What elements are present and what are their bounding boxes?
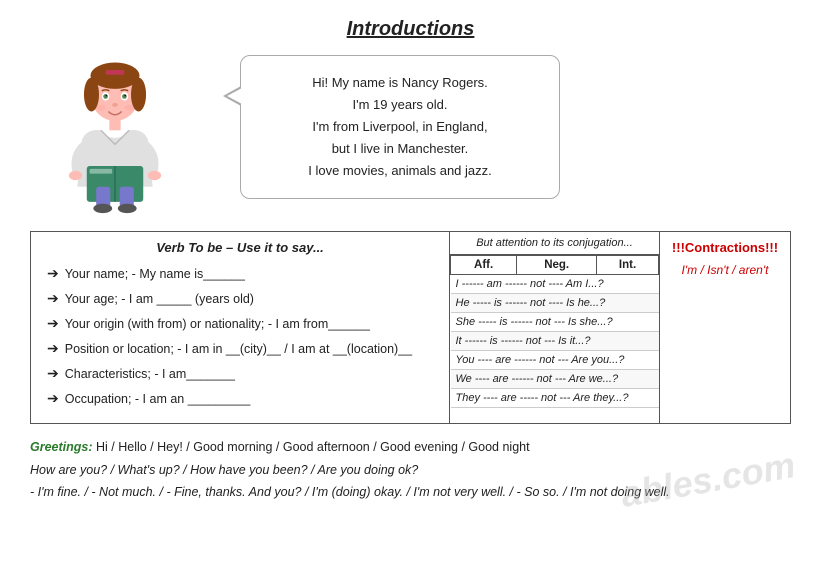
verb-item-5: ➔ Characteristics; - I am_______ bbox=[41, 365, 439, 382]
greetings-line3: - I'm fine. / - Not much. / - Fine, than… bbox=[30, 481, 791, 504]
conj-row: You ---- are ------ not --- Are you...? bbox=[451, 351, 659, 370]
conj-row: We ---- are ------ not --- Are we...? bbox=[451, 370, 659, 389]
verb-panel-title: Verb To be – Use it to say... bbox=[41, 240, 439, 255]
main-table: Verb To be – Use it to say... ➔ Your nam… bbox=[30, 231, 791, 424]
conj-row: She ----- is ------ not --- Is she...? bbox=[451, 313, 659, 332]
verb-item-3: ➔ Your origin (with from) or nationality… bbox=[41, 315, 439, 332]
col-aff: Aff. bbox=[451, 256, 517, 275]
verb-item-3-text: Your origin (with from) or nationality; … bbox=[65, 317, 370, 331]
verb-item-5-text: Characteristics; - I am_______ bbox=[65, 367, 235, 381]
arrow-icon-3: ➔ bbox=[47, 315, 59, 332]
conj-row: It ------ is ------ not --- Is it...? bbox=[451, 332, 659, 351]
verb-item-2-text: Your age; - I am _____ (years old) bbox=[65, 292, 254, 306]
speech-line3: I'm from Liverpool, in England, bbox=[261, 116, 539, 138]
speech-line1: Hi! My name is Nancy Rogers. bbox=[261, 72, 539, 94]
contractions-panel: !!!Contractions!!! I'm / Isn't / aren't bbox=[660, 232, 790, 423]
arrow-icon-2: ➔ bbox=[47, 290, 59, 307]
verb-panel: Verb To be – Use it to say... ➔ Your nam… bbox=[31, 232, 450, 423]
conj-row-4: You ---- are ------ not --- Are you...? bbox=[451, 351, 659, 370]
greetings-text1: Hi / Hello / Hey! / Good morning / Good … bbox=[93, 440, 530, 454]
page-title: Introductions bbox=[30, 18, 791, 41]
arrow-icon-1: ➔ bbox=[47, 265, 59, 282]
col-neg: Neg. bbox=[517, 256, 597, 275]
speech-line5: I love movies, animals and jazz. bbox=[261, 160, 539, 182]
conj-row: He ----- is ------ not ---- Is he...? bbox=[451, 294, 659, 313]
greetings-line1: Greetings: Hi / Hello / Hey! / Good morn… bbox=[30, 436, 791, 459]
conj-row-6: They ---- are ----- not --- Are they...? bbox=[451, 389, 659, 408]
speech-bubble: Hi! My name is Nancy Rogers. I'm 19 year… bbox=[240, 55, 560, 199]
contractions-text: I'm / Isn't / aren't bbox=[668, 263, 782, 277]
arrow-icon-4: ➔ bbox=[47, 340, 59, 357]
intro-section: Hi! My name is Nancy Rogers. I'm 19 year… bbox=[30, 55, 791, 215]
greetings-line2: How are you? / What's up? / How have you… bbox=[30, 459, 791, 482]
verb-item-1-text: Your name; - My name is______ bbox=[65, 267, 245, 281]
conj-row-0: I ------ am ------ not ---- Am I...? bbox=[451, 275, 659, 294]
verb-item-6: ➔ Occupation; - I am an _________ bbox=[41, 390, 439, 407]
verb-item-4: ➔ Position or location; - I am in __(cit… bbox=[41, 340, 439, 357]
conj-row-5: We ---- are ------ not --- Are we...? bbox=[451, 370, 659, 389]
speech-line2: I'm 19 years old. bbox=[261, 94, 539, 116]
greetings-section: Greetings: Hi / Hello / Hey! / Good morn… bbox=[30, 436, 791, 504]
conj-header: But attention to its conjugation... bbox=[450, 232, 659, 255]
speech-line4: but I live in Manchester. bbox=[261, 138, 539, 160]
conj-row-1: He ----- is ------ not ---- Is he...? bbox=[451, 294, 659, 313]
greetings-label: Greetings: bbox=[30, 440, 93, 454]
arrow-icon-6: ➔ bbox=[47, 390, 59, 407]
conj-row: They ---- are ----- not --- Are they...? bbox=[451, 389, 659, 408]
conj-row-3: It ------ is ------ not --- Is it...? bbox=[451, 332, 659, 351]
conj-row: I ------ am ------ not ---- Am I...? bbox=[451, 275, 659, 294]
verb-item-6-text: Occupation; - I am an _________ bbox=[65, 392, 251, 406]
conjugation-panel: But attention to its conjugation... Aff.… bbox=[450, 232, 660, 423]
conj-row-2: She ----- is ------ not --- Is she...? bbox=[451, 313, 659, 332]
verb-item-2: ➔ Your age; - I am _____ (years old) bbox=[41, 290, 439, 307]
conj-table: Aff. Neg. Int. I ------ am ------ not --… bbox=[450, 255, 659, 408]
contractions-title: !!!Contractions!!! bbox=[668, 240, 782, 255]
arrow-icon-5: ➔ bbox=[47, 365, 59, 382]
verb-item-4-text: Position or location; - I am in __(city)… bbox=[65, 342, 412, 356]
girl-svg bbox=[50, 55, 180, 215]
col-int: Int. bbox=[597, 256, 659, 275]
girl-image bbox=[30, 55, 200, 215]
verb-item-1: ➔ Your name; - My name is______ bbox=[41, 265, 439, 282]
